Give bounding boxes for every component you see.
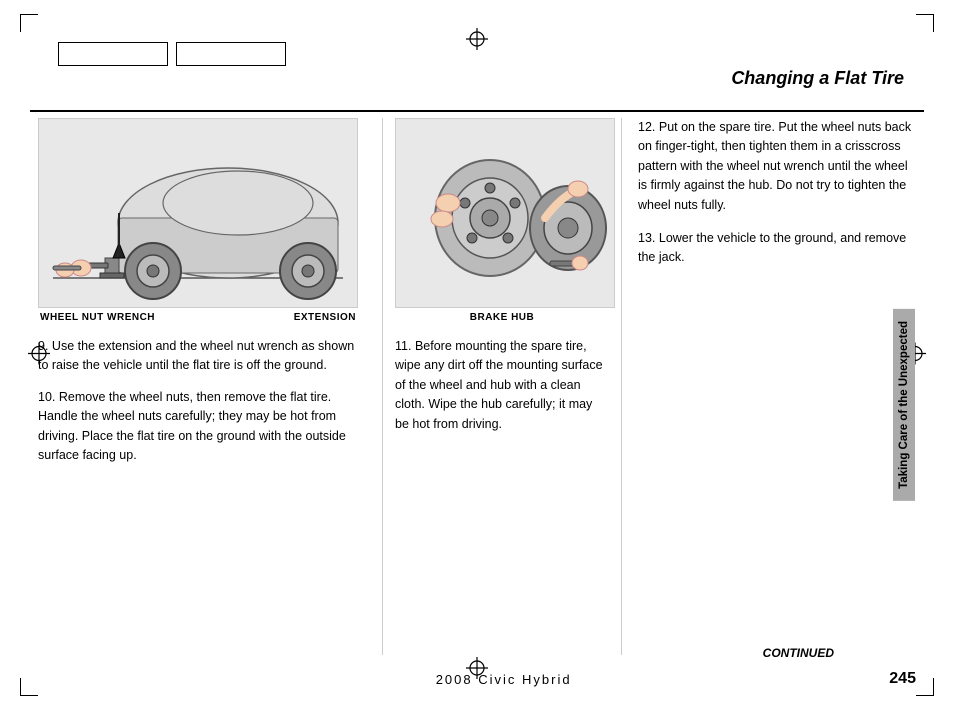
brake-hub-label: BRAKE HUB (395, 312, 609, 323)
corner-mark-bl (20, 678, 38, 696)
right-column: 12. Put on the spare tire. Put the wheel… (626, 118, 916, 655)
col-divider-2 (621, 118, 622, 655)
step-12: 12. Put on the spare tire. Put the wheel… (638, 118, 916, 215)
middle-column: BRAKE HUB 11. Before mounting the spare … (387, 118, 617, 655)
sidebar-text: Taking Care of the Unexpected (893, 309, 915, 501)
page-number: 245 (889, 670, 916, 688)
step-9-text: Use the extension and the wheel nut wren… (38, 339, 354, 372)
top-tabs (58, 42, 286, 66)
step-13-number: 13. (638, 231, 655, 245)
step-12-number: 12. (638, 120, 655, 134)
wheel-nut-wrench-label: WHEEL NUT WRENCH (40, 312, 155, 323)
book-title: 2008 Civic Hybrid (436, 672, 572, 687)
tab-2[interactable] (176, 42, 286, 66)
corner-mark-tr (916, 14, 934, 32)
car-jack-illustration (43, 123, 353, 303)
image-label-row: WHEEL NUT WRENCH EXTENSION (38, 312, 358, 323)
page-title: Changing a Flat Tire (731, 68, 904, 88)
main-content: WHEEL NUT WRENCH EXTENSION 9. Use the ex… (38, 118, 916, 655)
step-10: 10. Remove the wheel nuts, then remove t… (38, 388, 368, 466)
tab-1[interactable] (58, 42, 168, 66)
bottom-area: 2008 Civic Hybrid 245 (38, 670, 916, 688)
corner-mark-tl (20, 14, 38, 32)
sidebar-text-container: Taking Care of the Unexpected (884, 200, 924, 610)
corner-mark-br (916, 678, 934, 696)
step-13-text: Lower the vehicle to the ground, and rem… (638, 231, 906, 264)
extension-label: EXTENSION (294, 312, 356, 323)
step-9: 9. Use the extension and the wheel nut w… (38, 337, 368, 376)
step-11: 11. Before mounting the spare tire, wipe… (395, 337, 609, 434)
page-container: Changing a Flat Tire (0, 0, 954, 710)
page-title-area: Changing a Flat Tire (731, 68, 904, 89)
col-divider-1 (382, 118, 383, 655)
step-12-text: Put on the spare tire. Put the wheel nut… (638, 120, 911, 212)
step-10-text: Remove the wheel nuts, then remove the f… (38, 390, 346, 462)
step-13: 13. Lower the vehicle to the ground, and… (638, 229, 916, 268)
reg-mark-top (466, 28, 488, 53)
top-rule (30, 110, 924, 112)
left-image-box (38, 118, 358, 308)
step-10-number: 10. (38, 390, 55, 404)
step-9-number: 9. (38, 339, 48, 353)
brake-hub-illustration (400, 123, 610, 303)
step-11-text: Before mounting the spare tire, wipe any… (395, 339, 603, 431)
right-image-box (395, 118, 615, 308)
step-11-number: 11. (395, 339, 411, 353)
steps-left: 9. Use the extension and the wheel nut w… (38, 337, 368, 465)
left-column: WHEEL NUT WRENCH EXTENSION 9. Use the ex… (38, 118, 378, 655)
continued-label: CONTINUED (763, 646, 834, 660)
